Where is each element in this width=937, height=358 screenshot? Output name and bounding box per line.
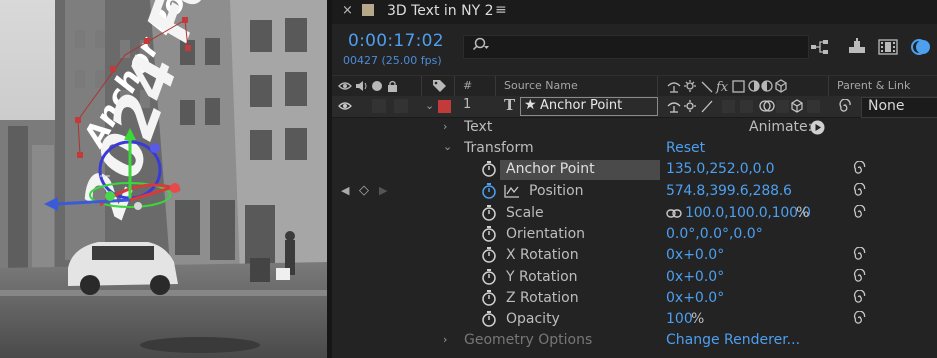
pickwhip-icon[interactable] <box>852 161 867 176</box>
column-number: # <box>463 79 473 92</box>
animate-play-icon[interactable] <box>810 120 825 135</box>
graph-editor-icon[interactable] <box>504 184 520 198</box>
av-switches-icons[interactable] <box>338 79 428 94</box>
close-icon[interactable]: × <box>342 3 353 18</box>
pickwhip-icon[interactable] <box>852 311 867 326</box>
stopwatch-icon[interactable] <box>481 160 497 178</box>
tab-title[interactable]: 3D Text in NY 2 <box>387 3 494 19</box>
layer-name-field[interactable]: ★ Anchor Point <box>520 97 658 116</box>
flowchart-icon[interactable] <box>809 37 831 57</box>
property-row-anchor-point[interactable]: Anchor Point 135.0,252.0,0.0 <box>332 159 937 180</box>
layer-switch-toggles[interactable] <box>666 99 821 114</box>
pickwhip-icon[interactable] <box>852 183 867 198</box>
motion-blur-icon[interactable] <box>910 37 932 57</box>
layer-label-color[interactable] <box>438 100 451 113</box>
chevron-right-icon[interactable]: › <box>443 120 447 133</box>
menu-icon[interactable]: ≡ <box>495 2 507 18</box>
text-group-label: Text <box>464 119 493 135</box>
chevron-right-icon[interactable]: › <box>443 333 447 346</box>
property-name: Opacity <box>506 311 560 327</box>
stopwatch-icon[interactable] <box>481 289 497 307</box>
property-value[interactable]: 0x+0.0° <box>666 290 724 306</box>
text-layer-icon: T <box>504 96 516 114</box>
property-row-orientation[interactable]: Orientation 0.0°,0.0°,0.0° <box>332 224 937 245</box>
search-icon <box>472 37 490 57</box>
pickwhip-icon[interactable] <box>852 247 867 262</box>
viewer-canvas: Anchor Point 2024 Feb. <box>0 0 327 358</box>
search-input[interactable] <box>463 35 809 59</box>
property-row-opacity[interactable]: Opacity 100 % <box>332 309 937 330</box>
layer-row[interactable]: ⌄ 1 T ★ Anchor Point None <box>332 96 937 118</box>
transform-label: Transform <box>464 140 534 156</box>
column-source-name[interactable]: Source Name <box>504 79 578 92</box>
stopwatch-icon[interactable] <box>481 204 497 222</box>
property-value[interactable]: 100 <box>666 311 693 327</box>
frame-count: 00427 (25.00 fps) <box>343 54 442 67</box>
current-time-display[interactable]: 0:00:17:02 <box>348 31 444 51</box>
next-keyframe-icon[interactable]: ▶ <box>379 184 387 197</box>
property-row-y-rotation[interactable]: Y Rotation 0x+0.0° <box>332 267 937 288</box>
layer-column-header: # Source Name fx Parent & Link <box>332 75 937 98</box>
layer-switches-icons[interactable]: fx <box>666 79 816 94</box>
pickwhip-icon[interactable] <box>852 205 867 220</box>
layer-number: 1 <box>463 97 472 112</box>
property-row-scale[interactable]: Scale 100.0,100.0,100.0 % <box>332 203 937 224</box>
property-value[interactable]: 135.0,252.0,0.0 <box>666 161 775 177</box>
solo-toggle[interactable] <box>372 99 386 113</box>
geometry-options-label: Geometry Options <box>464 332 593 348</box>
timeline-tab-bar: × 3D Text in NY 2 ≡ <box>332 0 937 24</box>
chevron-down-icon[interactable]: ⌄ <box>425 99 434 112</box>
stopwatch-icon[interactable] <box>481 310 497 328</box>
property-unit: % <box>796 205 810 221</box>
prev-keyframe-icon[interactable]: ◀ <box>341 184 349 197</box>
timeline-panel: × 3D Text in NY 2 ≡ 0:00:17:02 00427 (25… <box>332 0 937 358</box>
composition-viewer[interactable]: Anchor Point 2024 Feb. <box>0 0 327 358</box>
property-unit: % <box>691 311 705 327</box>
stopwatch-icon[interactable] <box>481 246 497 264</box>
property-value[interactable]: 0x+0.0° <box>666 269 724 285</box>
pickwhip-icon[interactable] <box>852 290 867 305</box>
property-name: Anchor Point <box>506 161 595 177</box>
property-value[interactable]: 100.0,100.0,100.0 <box>685 205 811 221</box>
chevron-down-icon[interactable]: ⌄ <box>443 140 452 153</box>
property-value[interactable]: 574.8,399.6,288.6 <box>666 183 792 199</box>
star-icon: ★ <box>524 97 537 113</box>
stopwatch-icon[interactable] <box>481 182 497 200</box>
property-name: Position <box>529 183 584 199</box>
label-icon[interactable] <box>432 79 448 94</box>
property-row-position[interactable]: ◀ ◇ ▶ Position 574.8,399.6,288.6 <box>332 181 937 202</box>
property-name: Y Rotation <box>506 269 578 285</box>
eye-icon[interactable] <box>338 100 352 113</box>
property-value[interactable]: 0.0°,0.0°,0.0° <box>666 226 763 242</box>
lock-toggle[interactable] <box>394 99 408 113</box>
frame-blend-icon[interactable] <box>877 37 899 57</box>
property-row-x-rotation[interactable]: X Rotation 0x+0.0° <box>332 245 937 266</box>
geometry-options-row[interactable]: › Geometry Options Change Renderer... <box>332 330 937 351</box>
add-keyframe-icon[interactable]: ◇ <box>359 183 369 198</box>
property-name: Orientation <box>506 226 586 242</box>
transform-group-row[interactable]: ⌄ Transform Reset <box>332 138 937 159</box>
parent-value: None <box>868 98 905 114</box>
property-name: Z Rotation <box>506 290 579 306</box>
pickwhip-icon[interactable] <box>837 99 853 114</box>
comp-color-swatch <box>362 4 374 16</box>
layer-name: Anchor Point <box>540 98 623 113</box>
column-parent-link[interactable]: Parent & Link <box>837 79 910 92</box>
stopwatch-icon[interactable] <box>481 268 497 286</box>
change-renderer-link[interactable]: Change Renderer... <box>666 332 800 348</box>
parent-dropdown[interactable]: None <box>861 97 937 118</box>
property-name: Scale <box>506 205 544 221</box>
link-icon[interactable] <box>666 209 682 218</box>
property-name: X Rotation <box>506 247 579 263</box>
text-group-row[interactable]: › Text Animate: <box>332 117 937 138</box>
svg-text:fx: fx <box>715 80 729 94</box>
pickwhip-icon[interactable] <box>852 269 867 284</box>
reset-link[interactable]: Reset <box>666 140 705 156</box>
animate-label[interactable]: Animate: <box>749 119 812 135</box>
property-row-z-rotation[interactable]: Z Rotation 0x+0.0° <box>332 288 937 309</box>
property-value[interactable]: 0x+0.0° <box>666 247 724 263</box>
draft3d-icon[interactable] <box>846 37 868 57</box>
stopwatch-icon[interactable] <box>481 225 497 243</box>
